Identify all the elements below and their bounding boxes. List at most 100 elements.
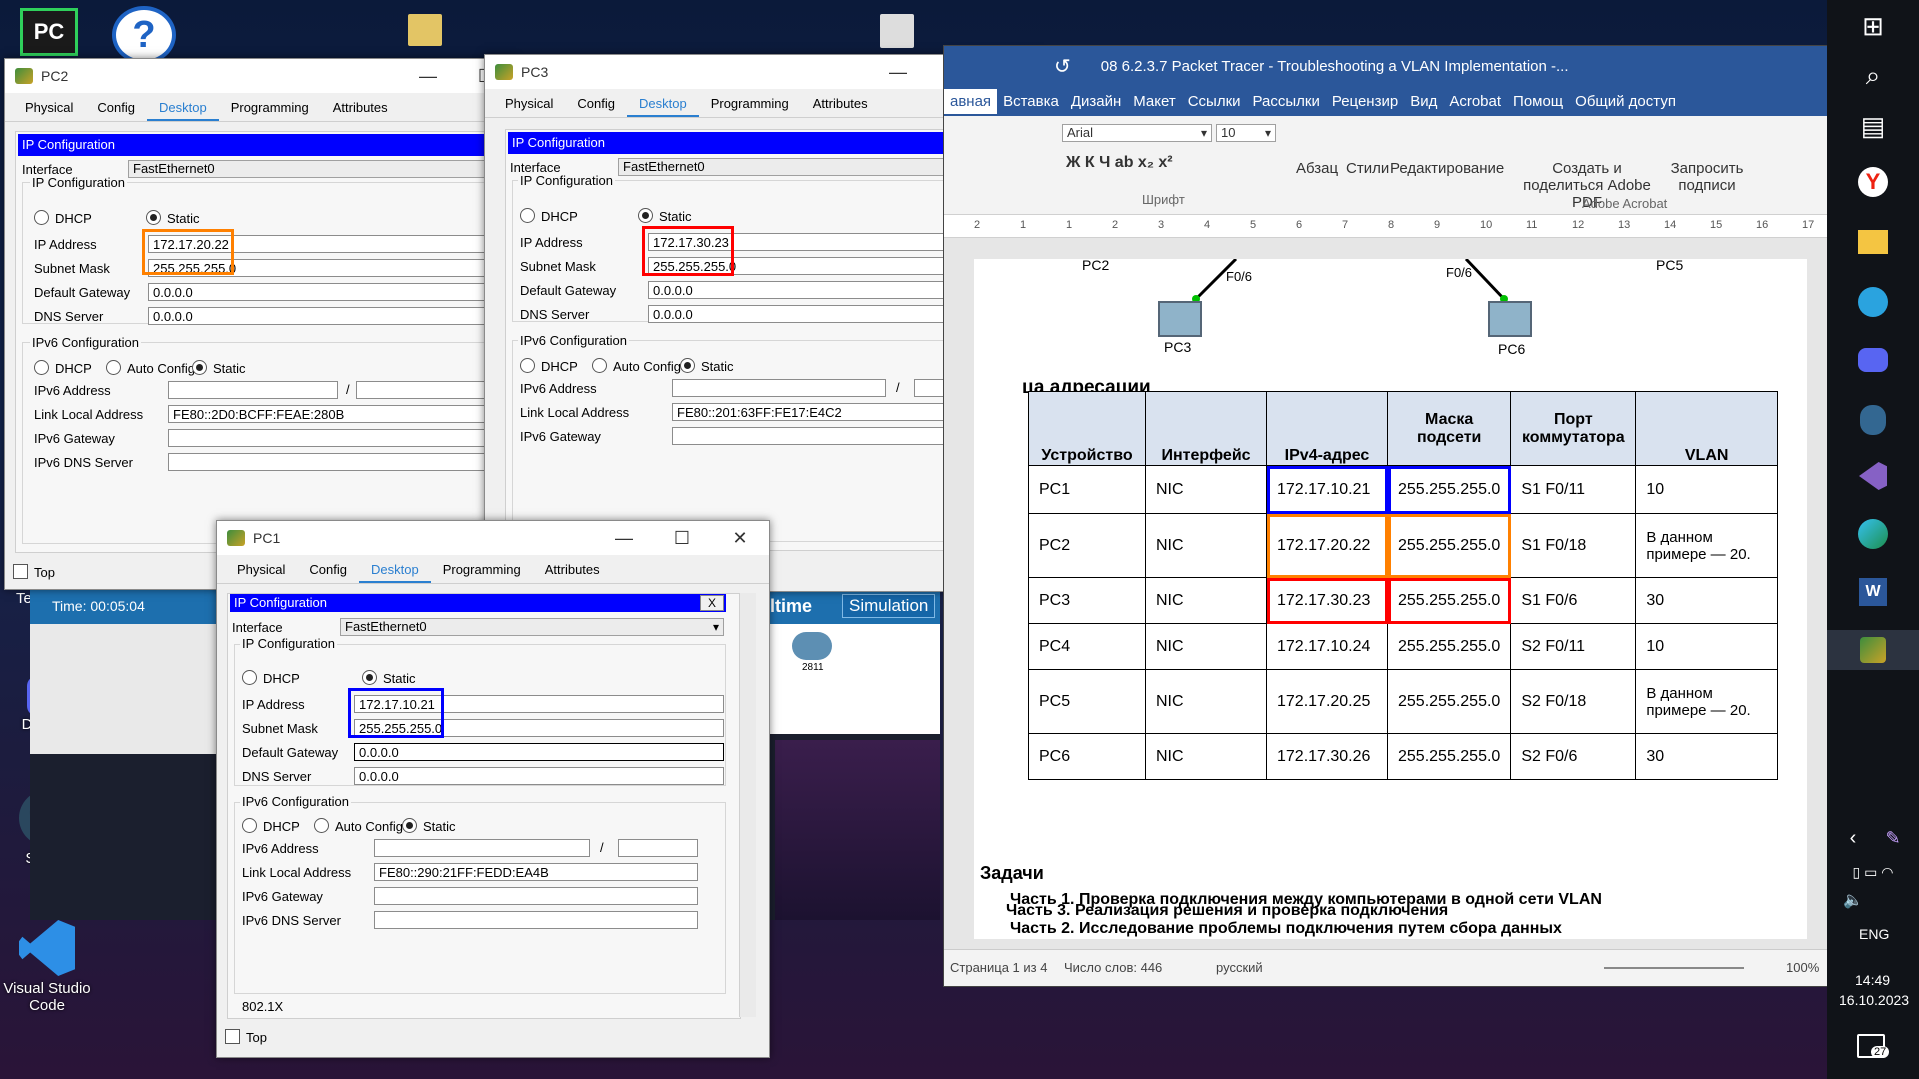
desktop-icon-vscode[interactable]: Visual Studio Code [2, 920, 92, 1014]
tab-desktop[interactable]: Desktop [147, 100, 219, 121]
tab-config[interactable]: Config [85, 100, 147, 121]
pc1-ipv6-auto[interactable]: Auto Config [314, 818, 403, 834]
pc2-ipv6-dhcp[interactable]: DHCP [34, 360, 92, 376]
tab-programming[interactable]: Programming [219, 100, 321, 121]
status-page[interactable]: Страница 1 из 4 [950, 960, 1047, 975]
pc-icon[interactable]: PC [20, 8, 78, 56]
pc2-static-radio[interactable]: Static [146, 210, 200, 226]
pc1-ipv6-dns-field[interactable] [374, 911, 698, 929]
pc2-lla-field[interactable]: FE80::2D0:BCFF:FEAE:280B [168, 405, 508, 423]
pc1-dhcp-radio[interactable]: DHCP [242, 670, 300, 686]
editing-button[interactable]: Редактирование [1390, 160, 1504, 177]
pc2-top-checkbox[interactable]: Top [13, 564, 55, 580]
pc3-ipv6-auto[interactable]: Auto Config [592, 358, 681, 374]
pc1-ipv6-prefix-field[interactable] [618, 839, 698, 857]
telegram-icon[interactable] [1853, 282, 1893, 322]
pc1-top-checkbox[interactable]: Top [225, 1029, 267, 1045]
yandex-icon[interactable]: Y [1853, 162, 1893, 202]
pc2-ipv6-gw-field[interactable] [168, 429, 508, 447]
paragraph-button[interactable]: Абзац [1296, 160, 1338, 177]
tab-desktop[interactable]: Desktop [627, 96, 699, 117]
pc3-ipv6-static[interactable]: Static [680, 358, 734, 374]
maximize-icon[interactable]: ☐ [653, 528, 711, 549]
search-icon[interactable]: ⌕ [1853, 56, 1893, 96]
pc1-ipv6-dhcp[interactable]: DHCP [242, 818, 300, 834]
tab-programming[interactable]: Programming [431, 562, 533, 583]
pc1-interface-select[interactable]: FastEthernet0 [340, 618, 724, 636]
tab-view[interactable]: Вид [1404, 93, 1443, 110]
tab-home[interactable]: авная [944, 88, 998, 114]
tab-references[interactable]: Ссылки [1182, 93, 1247, 110]
pc1-scrollbar[interactable] [739, 593, 756, 1017]
font-size-select[interactable]: 10 [1216, 124, 1276, 142]
undo-icon[interactable]: ↺ [1054, 54, 1071, 79]
pc1-ipv6-static[interactable]: Static [402, 818, 456, 834]
tab-config[interactable]: Config [565, 96, 627, 117]
edge-icon[interactable] [1853, 514, 1893, 554]
language-indicator[interactable]: ENG [1859, 926, 1889, 942]
pc3-static-radio[interactable]: Static [638, 208, 692, 224]
font-format-icons[interactable]: Ж К Ч ab x₂ x² [1066, 154, 1173, 172]
tab-programming[interactable]: Programming [699, 96, 801, 117]
styles-button[interactable]: Стили [1346, 160, 1389, 177]
task-view-icon[interactable]: ▤ [1853, 106, 1893, 146]
pc2-dhcp-radio[interactable]: DHCP [34, 210, 92, 226]
pc2-ipv6-static[interactable]: Static [192, 360, 246, 376]
tab-layout[interactable]: Макет [1127, 93, 1181, 110]
pt-realtime-label[interactable]: ltime [770, 596, 812, 617]
tab-attributes[interactable]: Attributes [801, 96, 880, 117]
minimize-icon[interactable]: — [869, 62, 927, 83]
close-icon[interactable]: ✕ [711, 528, 769, 549]
request-sign-button[interactable]: Запросить подписи [1664, 160, 1750, 194]
tab-config[interactable]: Config [297, 562, 359, 583]
document-icon[interactable] [880, 14, 914, 48]
tab-physical[interactable]: Physical [493, 96, 565, 117]
pc2-gw-field[interactable]: 0.0.0.0 [148, 283, 508, 301]
tab-physical[interactable]: Physical [225, 562, 297, 583]
help-icon[interactable]: ? [112, 6, 176, 64]
share-button[interactable]: Общий доступ [1569, 93, 1682, 110]
tab-mailings[interactable]: Рассылки [1247, 93, 1326, 110]
tab-design[interactable]: Дизайн [1065, 93, 1127, 110]
database-icon[interactable] [1853, 400, 1893, 440]
pc2-dns-field[interactable]: 0.0.0.0 [148, 307, 508, 325]
zoom-slider[interactable] [1604, 967, 1744, 969]
router-icon[interactable] [792, 632, 832, 660]
tab-help[interactable]: Помощ [1507, 93, 1569, 110]
tab-desktop[interactable]: Desktop [359, 562, 431, 583]
tab-attributes[interactable]: Attributes [321, 100, 400, 121]
tab-physical[interactable]: Physical [13, 100, 85, 121]
pc2-ipv6-addr-field[interactable] [168, 381, 338, 399]
pc1-dns-field[interactable]: 0.0.0.0 [354, 767, 724, 785]
pc1-lla-field[interactable]: FE80::290:21FF:FEDD:EA4B [374, 863, 698, 881]
clock-date[interactable]: 16.10.2023 [1839, 992, 1909, 1008]
close-icon[interactable]: X [700, 595, 724, 611]
pc1-ipv6-gw-field[interactable] [374, 887, 698, 905]
file-explorer-icon[interactable] [1853, 222, 1893, 262]
pc1-static-radio[interactable]: Static [362, 670, 416, 686]
word-icon[interactable]: W [1853, 572, 1893, 612]
status-zoom[interactable]: 100% [1786, 960, 1819, 975]
pc1-ipv6-addr-field[interactable] [374, 839, 590, 857]
discord-icon[interactable] [1853, 340, 1893, 380]
font-select[interactable]: Arial [1062, 124, 1212, 142]
minimize-icon[interactable]: — [399, 66, 457, 87]
pc1-gw-field[interactable]: 0.0.0.0 [354, 743, 724, 761]
tab-review[interactable]: Рецензир [1326, 93, 1404, 110]
pt-simulation-button[interactable]: Simulation [842, 594, 936, 618]
tab-attributes[interactable]: Attributes [533, 562, 612, 583]
visual-studio-icon[interactable] [1853, 456, 1893, 496]
pc3-ipv6-dhcp[interactable]: DHCP [520, 358, 578, 374]
volume-icon[interactable]: 🔈 [1833, 880, 1873, 920]
pc2-interface-select[interactable]: FastEthernet0 [128, 160, 508, 178]
pc3-dhcp-radio[interactable]: DHCP [520, 208, 578, 224]
tab-insert[interactable]: Вставка [997, 93, 1065, 110]
pc3-ipv6-addr-field[interactable] [672, 379, 886, 397]
clock-time[interactable]: 14:49 [1855, 972, 1890, 988]
packet-tracer-icon[interactable] [1827, 630, 1919, 670]
minimize-icon[interactable]: — [595, 528, 653, 549]
status-language[interactable]: русский [1216, 960, 1263, 975]
tab-acrobat[interactable]: Acrobat [1443, 93, 1507, 110]
folder-icon[interactable] [408, 14, 442, 46]
pc2-ipv6-dns-field[interactable] [168, 453, 508, 471]
